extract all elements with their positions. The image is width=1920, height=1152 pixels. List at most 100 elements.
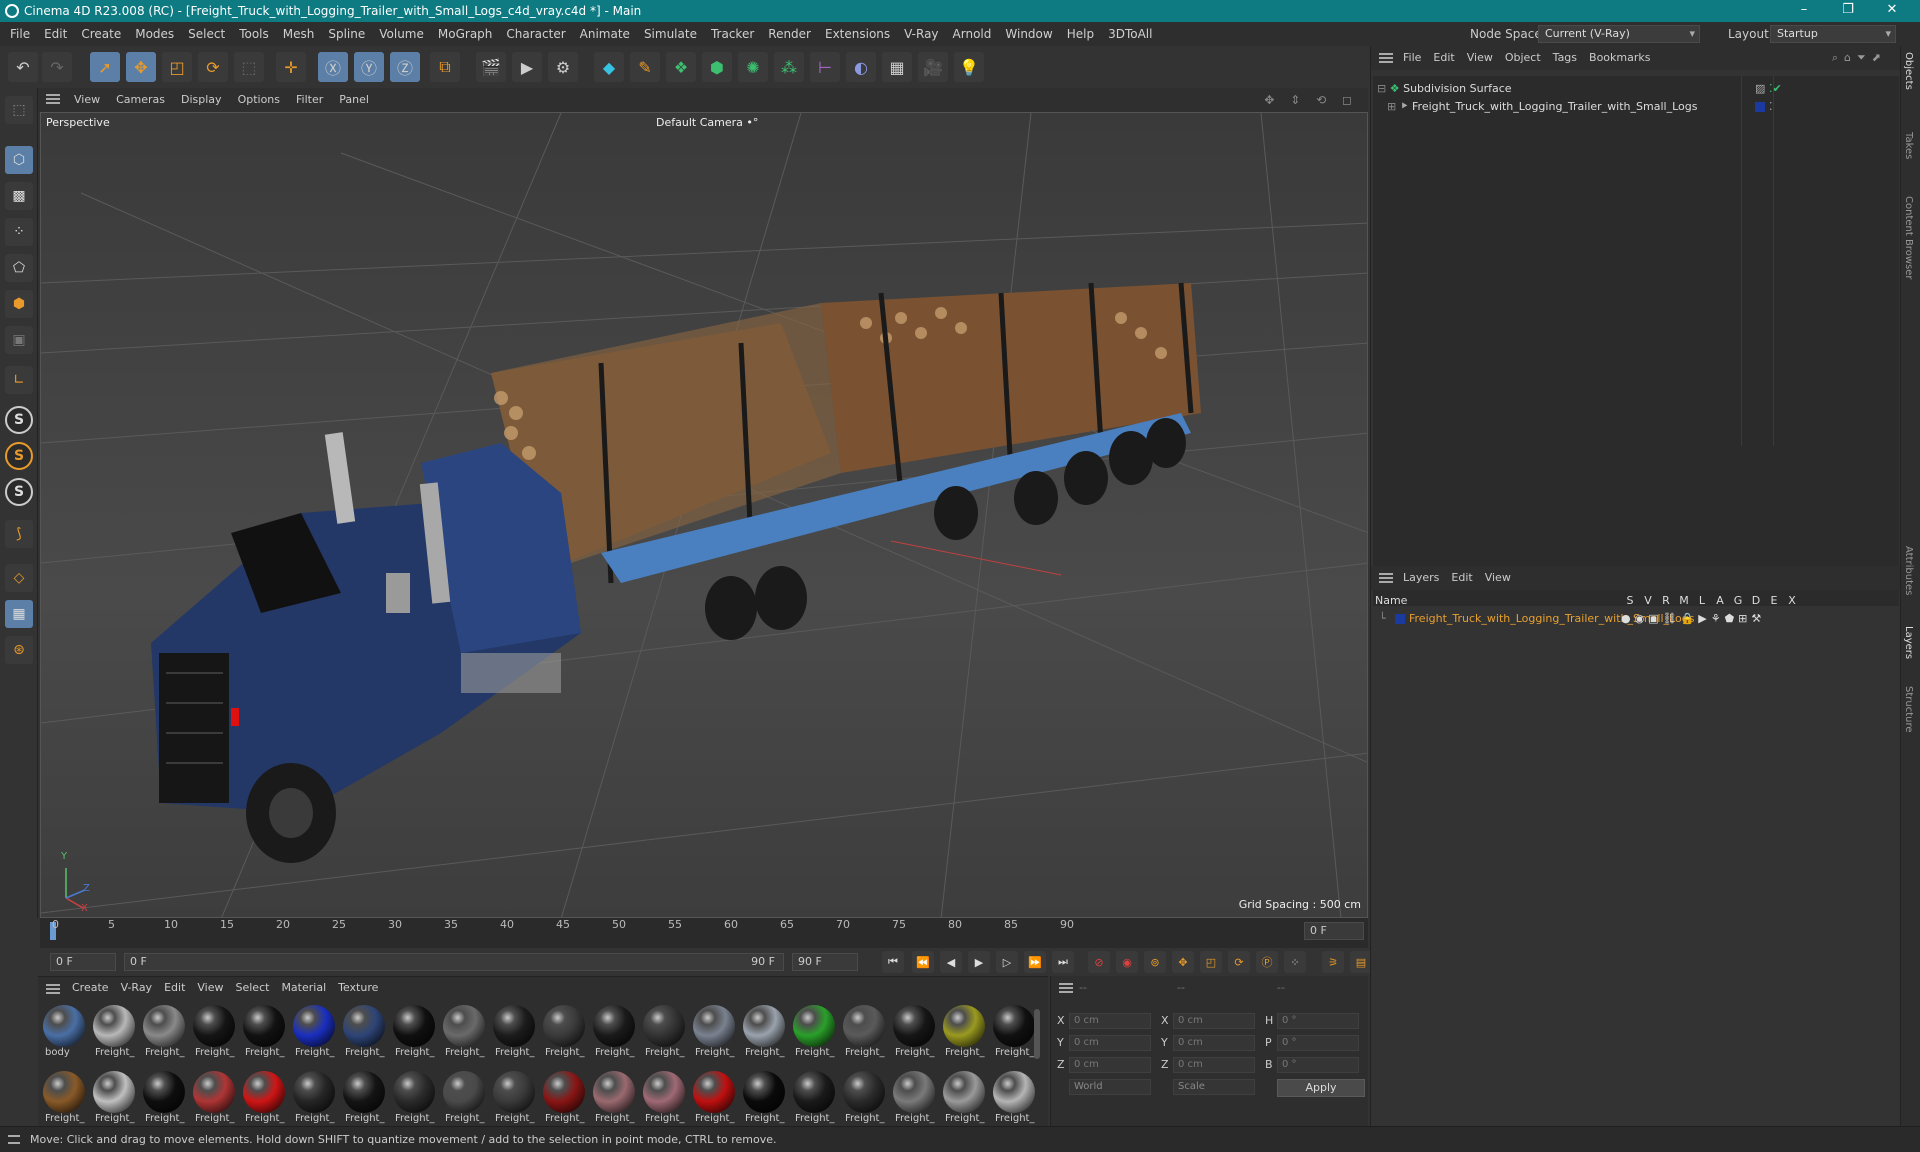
object-menu-file[interactable]: File [1397,46,1427,70]
live-selection-icon[interactable]: ➚ [90,52,120,82]
points-mode-icon[interactable]: ⁘ [5,218,33,246]
layer-menu-icon[interactable] [1379,573,1393,583]
menu-edit[interactable]: Edit [37,22,74,46]
material-swatch[interactable]: Freight_ [842,1005,886,1065]
status-menu-icon[interactable] [8,1135,20,1144]
material-swatch[interactable]: Freight_ [292,1071,336,1131]
menu-extensions[interactable]: Extensions [818,22,897,46]
material-menu-view[interactable]: View [191,977,229,999]
material-menu-v-ray[interactable]: V-Ray [115,977,159,999]
scale-tool-icon[interactable]: ◰ [162,52,192,82]
side-tab-attributes[interactable]: Attributes [1903,546,1914,595]
menu-select[interactable]: Select [181,22,232,46]
locked-workplane-icon[interactable]: ⊛ [5,636,33,664]
menu-render[interactable]: Render [761,22,818,46]
layer-toggle-icons[interactable]: ●◉▣⛓🔒▶⚘⬟⊞⚒ [1621,610,1765,628]
coordinate-system-icon[interactable]: ⧉ [430,52,460,82]
viewport-menu-display[interactable]: Display [173,88,230,112]
uv-mode-icon[interactable]: ▣ [5,326,33,354]
workplane-snap-icon[interactable]: S [5,478,33,506]
layer-flag-v[interactable]: V [1639,592,1657,610]
material-swatch[interactable]: Freight_ [992,1071,1036,1131]
size-x-field[interactable]: 0 cm [1173,1013,1255,1029]
layer-row[interactable]: └ Freight_Truck_with_Logging_Trailer_wit… [1375,610,1897,628]
magnet-tool-icon[interactable]: ⟆ [5,520,33,548]
material-swatch[interactable]: Freight_ [742,1005,786,1065]
viewport-menu-view[interactable]: View [66,88,108,112]
timeline-window-icon[interactable]: ▤ [1350,951,1372,973]
make-editable-icon[interactable]: ⬚ [5,96,33,124]
material-swatch[interactable]: Freight_ [492,1005,536,1065]
side-tab-objects[interactable]: Objects [1903,52,1914,90]
menu-volume[interactable]: Volume [372,22,431,46]
material-swatch[interactable]: Freight_ [142,1005,186,1065]
material-swatch[interactable]: Freight_ [692,1071,736,1131]
material-swatch[interactable]: Freight_ [892,1071,936,1131]
key-rotation-icon[interactable]: ⟳ [1228,951,1250,973]
object-menu-view[interactable]: View [1461,46,1499,70]
menu-3dtoall[interactable]: 3DToAll [1101,22,1159,46]
redo-icon[interactable]: ↷ [42,52,72,82]
object-search-icons[interactable]: ⌕⌂⏷⬈ [1826,46,1893,70]
menu-animate[interactable]: Animate [573,22,637,46]
material-swatch[interactable]: Freight_ [792,1005,836,1065]
frame-range-slider[interactable]: 0 F 90 F [124,953,784,971]
size-y-field[interactable]: 0 cm [1173,1035,1255,1051]
material-menu-material[interactable]: Material [275,977,332,999]
menu-tracker[interactable]: Tracker [704,22,761,46]
object-menu-icon[interactable] [1379,53,1393,63]
material-swatch[interactable]: Freight_ [242,1071,286,1131]
recent-tools-icon[interactable]: ⬚ [234,52,264,82]
render-settings-icon[interactable]: ⚙ [548,52,578,82]
node-space-dropdown[interactable]: Current (V-Ray) [1538,25,1700,43]
floor-scene-icon[interactable]: ▦ [882,52,912,82]
object-menu-tags[interactable]: Tags [1547,46,1583,70]
minimize-button[interactable]: – [1784,0,1824,22]
subdivision-surface-icon[interactable]: ❖ [666,52,696,82]
menu-character[interactable]: Character [499,22,572,46]
play-icon[interactable]: ▶ [968,951,990,973]
material-menu-edit[interactable]: Edit [158,977,191,999]
material-menu-select[interactable]: Select [230,977,276,999]
menu-mograph[interactable]: MoGraph [431,22,500,46]
size-z-field[interactable]: 0 cm [1173,1057,1255,1073]
material-swatch[interactable]: Freight_ [842,1071,886,1131]
layer-menu-layers[interactable]: Layers [1397,566,1445,590]
object-menu-bookmarks[interactable]: Bookmarks [1583,46,1656,70]
menu-file[interactable]: File [3,22,37,46]
add-tool-icon[interactable]: ✛ [276,52,306,82]
viewport-menu-icon[interactable] [46,94,60,104]
layer-flag-r[interactable]: R [1657,592,1675,610]
layer-flag-d[interactable]: D [1747,592,1765,610]
visibility-dots-icon[interactable]: ⁚ [1769,98,1773,116]
next-key-icon[interactable]: ⏩ [1024,951,1046,973]
menu-tools[interactable]: Tools [232,22,276,46]
cube-primitive-icon[interactable]: ◆ [594,52,624,82]
material-scrollbar[interactable] [1034,1009,1040,1059]
material-swatch[interactable]: Freight_ [792,1071,836,1131]
object-menu-object[interactable]: Object [1499,46,1547,70]
z-axis-lock-icon[interactable]: Ⓩ [390,52,420,82]
side-tab-takes[interactable]: Takes [1903,132,1914,159]
viewport-menu-cameras[interactable]: Cameras [108,88,173,112]
object-tag-icon[interactable]: ▨ [1755,80,1765,98]
material-swatch[interactable]: Freight_ [442,1071,486,1131]
layer-flag-s[interactable]: S [1621,592,1639,610]
snap-settings-icon[interactable]: S [5,442,33,470]
layer-menu-edit[interactable]: Edit [1445,566,1478,590]
undo-icon[interactable]: ↶ [8,52,38,82]
material-swatch[interactable]: Freight_ [92,1005,136,1065]
material-swatch[interactable]: Freight_ [992,1005,1036,1065]
close-button[interactable]: ✕ [1872,0,1912,22]
rot-b-field[interactable]: 0 ° [1277,1057,1359,1073]
layer-color-swatch[interactable] [1395,614,1405,624]
material-swatch[interactable]: Freight_ [592,1071,636,1131]
material-swatch[interactable]: Freight_ [292,1005,336,1065]
autokeying-icon[interactable]: ◉ [1116,951,1138,973]
next-frame-icon[interactable]: ▷ [996,951,1018,973]
pos-z-field[interactable]: 0 cm [1069,1057,1151,1073]
key-selection-icon[interactable]: ⊚ [1144,951,1166,973]
side-tab-layers[interactable]: Layers [1903,626,1914,659]
menu-arnold[interactable]: Arnold [946,22,999,46]
viewport-menu-panel[interactable]: Panel [331,88,377,112]
